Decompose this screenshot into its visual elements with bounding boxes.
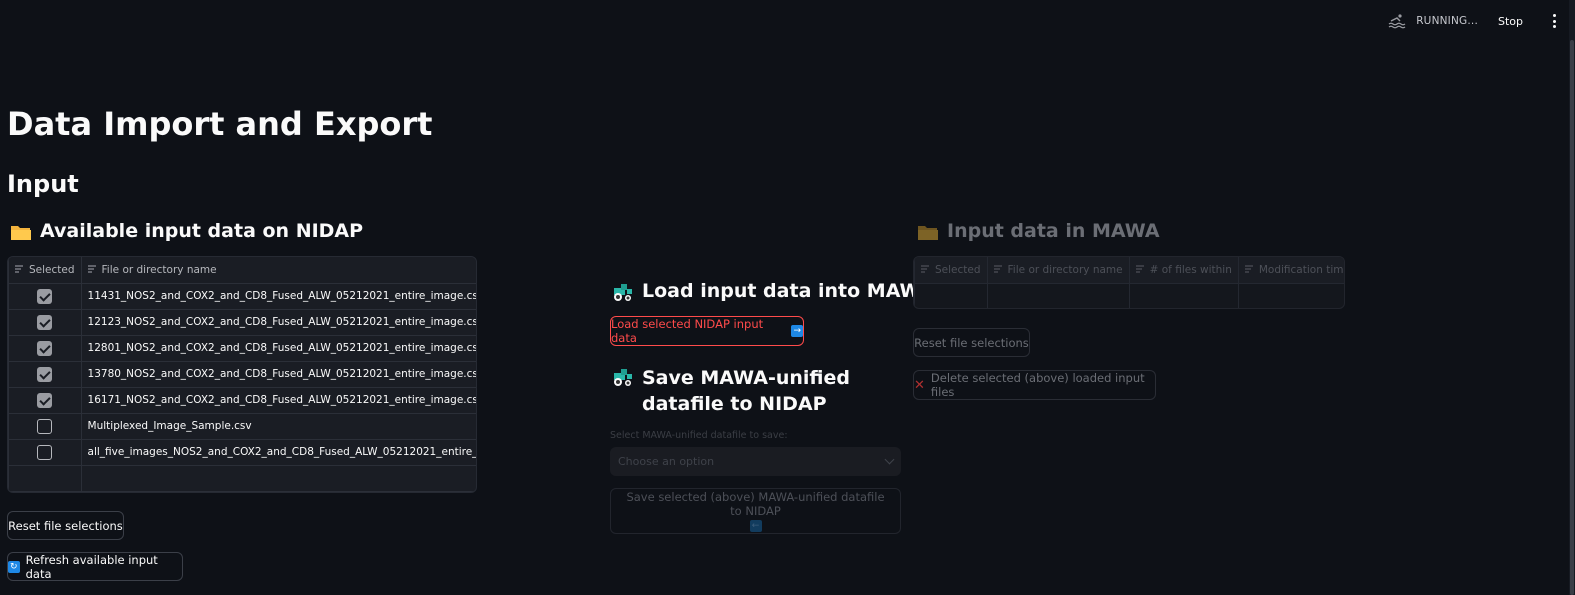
section-heading-input: Input (7, 170, 79, 198)
table-row[interactable]: Multiplexed_Image_Sample.csv (8, 413, 476, 440)
button-label: Save selected (above) MAWA-unified dataf… (626, 490, 885, 518)
table-row[interactable]: 16171_NOS2_and_COX2_and_CD8_Fused_ALW_05… (8, 387, 476, 414)
table-row[interactable]: 12123_NOS2_and_COX2_and_CD8_Fused_ALW_05… (8, 309, 476, 336)
folder-icon (918, 226, 938, 240)
stop-button[interactable]: Stop (1498, 15, 1523, 28)
load-nidap-input-button[interactable]: Load selected NIDAP input data → (610, 316, 804, 346)
load-title-text: Load input data into MAWA (642, 280, 935, 302)
file-name-cell[interactable]: Multiplexed_Image_Sample.csv (81, 413, 476, 440)
right-arrow-icon: → (791, 325, 803, 337)
load-section-title: Load input data into MAWA (612, 280, 934, 302)
row-checkbox[interactable] (37, 392, 53, 408)
button-label: Reset file selections (914, 335, 1029, 350)
nidap-title-text: Available input data on NIDAP (40, 220, 364, 242)
file-name-cell[interactable]: 12123_NOS2_and_COX2_and_CD8_Fused_ALW_05… (81, 309, 476, 336)
selected-cell[interactable] (8, 361, 82, 388)
column-header-label: File or directory name (1007, 263, 1123, 276)
selected-cell[interactable] (8, 283, 82, 310)
scrollbar-thumb[interactable] (1570, 40, 1574, 595)
refresh-icon: ↻ (8, 560, 20, 573)
row-checkbox[interactable] (37, 340, 53, 356)
row-checkbox[interactable] (37, 444, 53, 460)
page-scrollbar[interactable] (1569, 0, 1575, 595)
tractor-icon (614, 369, 632, 386)
column-header-label: File or directory name (101, 263, 217, 276)
empty-cell[interactable] (81, 465, 476, 492)
empty-cell[interactable] (987, 283, 1130, 308)
select-placeholder: Choose an option (618, 455, 715, 468)
column-type-icon (15, 265, 23, 273)
selected-cell[interactable] (8, 335, 82, 362)
running-status: RUNNING... (1416, 15, 1478, 27)
page-title: Data Import and Export (7, 105, 433, 143)
file-name-cell[interactable]: all_five_images_NOS2_and_COX2_and_CD8_Fu… (81, 439, 476, 466)
left-arrow-icon: ← (749, 520, 762, 532)
save-datafile-button[interactable]: Save selected (above) MAWA-unified dataf… (610, 488, 901, 534)
empty-cell[interactable] (8, 465, 82, 492)
button-label: Delete selected (above) loaded input fil… (930, 371, 1145, 399)
delete-loaded-files-button[interactable]: ✕ Delete selected (above) loaded input f… (913, 370, 1156, 400)
mawa-section-title: Input data in MAWA (917, 220, 1160, 242)
button-label: Reset file selections (8, 518, 123, 533)
tractor-icon (614, 284, 632, 301)
row-checkbox[interactable] (37, 314, 53, 330)
nidap-section-title: Available input data on NIDAP (10, 220, 363, 242)
empty-cell[interactable] (1238, 283, 1344, 308)
selected-cell[interactable] (8, 439, 82, 466)
button-label: Load selected NIDAP input data (611, 317, 764, 345)
column-type-icon (921, 265, 929, 273)
column-header-file-count[interactable]: # of files within (1129, 257, 1239, 284)
column-header-label: Selected (29, 263, 75, 276)
table-row[interactable]: 12801_NOS2_and_COX2_and_CD8_Fused_ALW_05… (8, 335, 476, 362)
chevron-down-icon (884, 454, 895, 465)
column-header-label: # of files within (1149, 263, 1232, 276)
button-label: Refresh available input data (25, 552, 158, 581)
file-name-cell[interactable]: 16171_NOS2_and_COX2_and_CD8_Fused_ALW_05… (81, 387, 476, 414)
selected-cell[interactable] (8, 387, 82, 414)
empty-cell[interactable] (1129, 283, 1239, 308)
column-header-label: Selected (935, 263, 981, 276)
save-select-label: Select MAWA-unified datafile to save: (610, 430, 788, 441)
save-datafile-select[interactable]: Choose an option (610, 447, 901, 476)
save-section-title: Save MAWA-unified datafile to NIDAP (612, 365, 902, 417)
swimmer-icon (1388, 14, 1406, 29)
column-type-icon (1135, 265, 1144, 273)
cross-mark-icon: ✕ (914, 377, 925, 393)
refresh-input-data-button[interactable]: ↻ Refresh available input data (7, 552, 183, 581)
column-header-selected[interactable]: Selected (8, 257, 82, 284)
table-row-empty[interactable] (914, 283, 1344, 308)
nidap-reset-selections-button[interactable]: Reset file selections (7, 511, 124, 540)
save-title-text: Save MAWA-unified datafile to NIDAP (642, 367, 850, 415)
table-row[interactable]: all_five_images_NOS2_and_COX2_and_CD8_Fu… (8, 439, 476, 466)
empty-cell[interactable] (914, 283, 988, 308)
file-name-cell[interactable]: 12801_NOS2_and_COX2_and_CD8_Fused_ALW_05… (81, 335, 476, 362)
nidap-files-table[interactable]: Selected File or directory name 11431_NO… (7, 256, 477, 493)
table-row[interactable]: 13780_NOS2_and_COX2_and_CD8_Fused_ALW_05… (8, 361, 476, 388)
column-header-label: Modification time (1258, 263, 1345, 276)
row-checkbox[interactable] (37, 366, 53, 382)
table-row[interactable]: 11431_NOS2_and_COX2_and_CD8_Fused_ALW_05… (8, 283, 476, 310)
column-type-icon (1244, 265, 1253, 273)
main-menu-icon[interactable] (1551, 14, 1557, 28)
mawa-reset-selections-button[interactable]: Reset file selections (913, 328, 1030, 357)
row-checkbox[interactable] (37, 418, 53, 434)
column-header-file-name[interactable]: File or directory name (987, 257, 1130, 284)
selected-cell[interactable] (8, 413, 82, 440)
row-checkbox[interactable] (37, 288, 53, 304)
selected-cell[interactable] (8, 309, 82, 336)
app-status-bar: RUNNING... Stop (1388, 12, 1557, 30)
column-header-modification-time[interactable]: Modification time (1238, 257, 1345, 284)
mawa-title-text: Input data in MAWA (947, 220, 1160, 242)
folder-icon (11, 226, 31, 240)
file-name-cell[interactable]: 11431_NOS2_and_COX2_and_CD8_Fused_ALW_05… (81, 283, 476, 310)
column-type-icon (87, 265, 96, 273)
table-row-empty[interactable] (8, 465, 476, 492)
column-header-selected[interactable]: Selected (914, 257, 988, 284)
column-header-file-name[interactable]: File or directory name (81, 257, 476, 284)
mawa-files-table[interactable]: Selected File or directory name # of fil… (913, 256, 1345, 309)
column-type-icon (993, 265, 1002, 273)
file-name-cell[interactable]: 13780_NOS2_and_COX2_and_CD8_Fused_ALW_05… (81, 361, 476, 388)
